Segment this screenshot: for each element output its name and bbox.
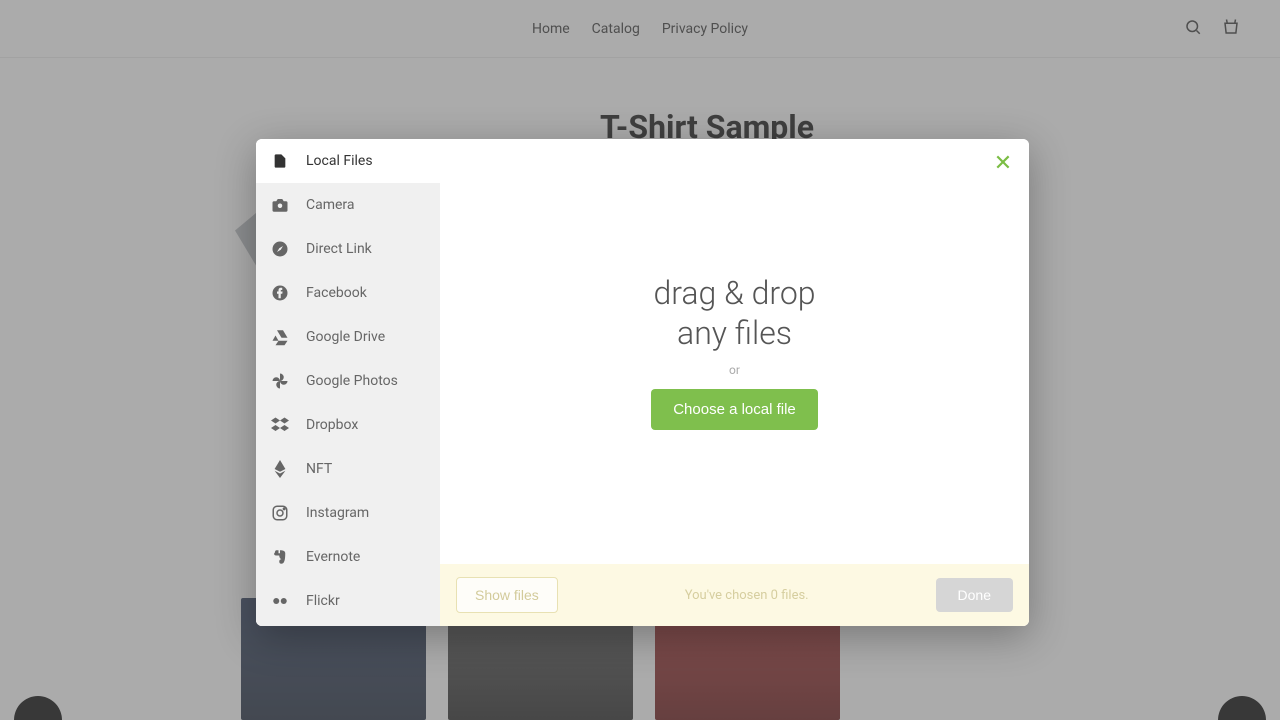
sidebar-item-local-files[interactable]: Local Files xyxy=(256,139,440,183)
camera-icon xyxy=(270,195,290,215)
sidebar-item-label: Direct Link xyxy=(306,241,372,257)
dropbox-icon xyxy=(270,415,290,435)
sidebar-item-label: Evernote xyxy=(306,549,360,565)
drop-area[interactable]: drag & drop any files or Choose a local … xyxy=(440,139,1029,564)
sidebar-rest: Camera Direct Link Facebook xyxy=(256,183,440,626)
sidebar-item-flickr[interactable]: Flickr xyxy=(256,579,440,623)
gphotos-icon xyxy=(270,371,290,391)
drop-line-2: any files xyxy=(653,313,815,353)
compass-icon xyxy=(270,239,290,259)
sidebar-item-label: Flickr xyxy=(306,593,340,609)
sidebar-item-instagram[interactable]: Instagram xyxy=(256,491,440,535)
sidebar-item-direct-link[interactable]: Direct Link xyxy=(256,227,440,271)
sidebar-item-nft[interactable]: NFT xyxy=(256,447,440,491)
sidebar-item-label: Dropbox xyxy=(306,417,358,433)
drop-text: drag & drop any files xyxy=(653,273,815,353)
facebook-icon xyxy=(270,283,290,303)
sidebar-item-google-photos[interactable]: Google Photos xyxy=(256,359,440,403)
gdrive-icon xyxy=(270,327,290,347)
flickr-icon xyxy=(270,591,290,611)
close-icon[interactable]: ✕ xyxy=(989,149,1017,177)
sidebar-item-label: Facebook xyxy=(306,285,367,301)
upload-footer: Show files You've chosen 0 files. Done xyxy=(440,564,1029,626)
file-icon xyxy=(270,151,290,171)
choose-file-button[interactable]: Choose a local file xyxy=(651,389,818,430)
sidebar-item-dropbox[interactable]: Dropbox xyxy=(256,403,440,447)
sidebar-item-label: Camera xyxy=(306,197,355,213)
or-text: or xyxy=(729,363,740,377)
sidebar-item-label: Instagram xyxy=(306,505,369,521)
instagram-icon xyxy=(270,503,290,523)
done-button[interactable]: Done xyxy=(936,578,1013,612)
sidebar-item-label: NFT xyxy=(306,461,332,477)
sidebar-item-evernote[interactable]: Evernote xyxy=(256,535,440,579)
evernote-icon xyxy=(270,547,290,567)
nft-icon xyxy=(270,459,290,479)
sidebar-item-camera[interactable]: Camera xyxy=(256,183,440,227)
sidebar-item-label: Local Files xyxy=(306,153,373,169)
upload-sidebar: Local Files Camera Direct Link xyxy=(256,139,440,626)
sidebar-item-label: Google Drive xyxy=(306,329,385,345)
drop-line-1: drag & drop xyxy=(653,273,815,313)
upload-main: ✕ drag & drop any files or Choose a loca… xyxy=(440,139,1029,626)
sidebar-item-label: Google Photos xyxy=(306,373,398,389)
sidebar-item-google-drive[interactable]: Google Drive xyxy=(256,315,440,359)
show-files-button[interactable]: Show files xyxy=(456,577,558,613)
page-root: Home Catalog Privacy Policy T-Shirt Samp… xyxy=(0,0,1280,720)
upload-modal: Local Files Camera Direct Link xyxy=(256,139,1029,626)
sidebar-item-facebook[interactable]: Facebook xyxy=(256,271,440,315)
chosen-files-text: You've chosen 0 files. xyxy=(570,588,924,603)
